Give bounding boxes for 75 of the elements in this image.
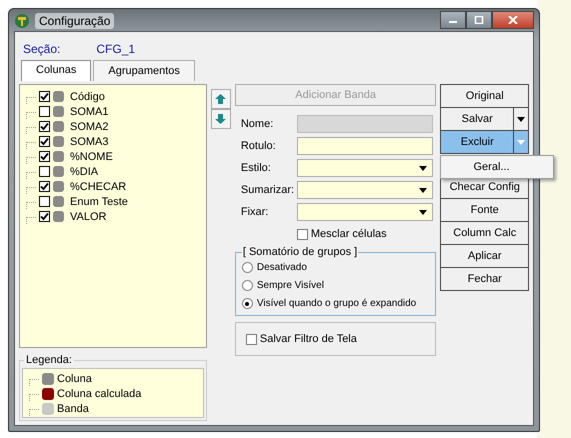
section-label: Seção: — [23, 42, 60, 56]
minimize-button[interactable] — [440, 11, 466, 29]
radio-button[interactable] — [242, 280, 253, 291]
column-swatch-icon — [53, 166, 64, 177]
dropdown-arrow-icon — [517, 116, 525, 122]
column-swatch-icon — [53, 211, 64, 222]
action-button[interactable]: Checar Config — [441, 176, 528, 198]
action-button[interactable]: Original — [441, 85, 528, 107]
tree-item[interactable]: SOMA1 — [70, 106, 109, 118]
close-button[interactable] — [492, 11, 534, 29]
dropdown-arrow-icon — [418, 210, 427, 214]
dropdown-arrow-icon — [418, 188, 427, 192]
legend-label: Coluna — [57, 372, 92, 384]
column-swatch-icon — [53, 91, 64, 102]
move-up-button[interactable] — [210, 89, 231, 109]
radio-button[interactable] — [242, 262, 253, 273]
radio-button[interactable] — [242, 298, 253, 309]
group-title: [ Somatório de grupos ] — [242, 246, 358, 258]
radio-label: Sempre Visível — [256, 280, 324, 291]
dropdown-arrow-icon — [418, 166, 427, 170]
action-button[interactable]: Aplicar — [441, 245, 528, 267]
maximize-icon — [474, 16, 484, 24]
action-button[interactable]: Fonte — [441, 199, 528, 221]
move-down-button[interactable] — [210, 109, 231, 129]
tree-item[interactable]: %CHECAR — [70, 180, 126, 192]
field-label: Rotulo: — [240, 140, 277, 152]
radio-label: Desativado — [256, 262, 307, 273]
column-swatch-icon — [53, 181, 64, 192]
section-value: CFG_1 — [96, 42, 136, 56]
input-field[interactable] — [296, 137, 433, 155]
tab[interactable]: Colunas — [21, 60, 92, 81]
field-label: Estilo: — [240, 162, 272, 174]
checkbox[interactable] — [39, 121, 50, 132]
checkbox-label: Salvar Filtro de Tela — [260, 333, 357, 345]
app-icon — [14, 13, 30, 29]
checkbox[interactable] — [39, 196, 50, 207]
action-button[interactable]: Fechar — [441, 268, 528, 290]
arrow-up-icon — [215, 94, 226, 104]
checkbox[interactable] — [39, 211, 50, 222]
tree-item[interactable]: Enum Teste — [70, 196, 128, 208]
close-icon — [508, 16, 518, 24]
tree-item[interactable]: %DIA — [70, 166, 98, 178]
checkbox[interactable] — [246, 334, 257, 344]
column-swatch-icon — [53, 151, 64, 162]
checkbox[interactable] — [39, 106, 50, 117]
legend-label: Coluna calculada — [57, 388, 142, 400]
arrow-down-icon — [215, 114, 226, 124]
legend-label: Banda — [57, 402, 89, 414]
tab[interactable]: Agrupamentos — [93, 60, 195, 81]
checkbox-label: Mesclar células — [310, 228, 387, 240]
checkbox[interactable] — [39, 136, 50, 147]
tree-item[interactable]: Código — [70, 90, 105, 102]
column-swatch-icon — [53, 136, 64, 147]
column-swatch-icon — [53, 121, 64, 132]
tree-item[interactable]: SOMA2 — [70, 120, 109, 132]
checkbox[interactable] — [39, 181, 50, 192]
checkbox[interactable] — [39, 151, 50, 162]
tree-item[interactable]: %NOME — [70, 150, 113, 162]
field-label: Sumarizar: — [240, 184, 296, 196]
checkbox[interactable] — [39, 91, 50, 102]
checkbox[interactable] — [39, 166, 50, 177]
checkbox[interactable] — [296, 228, 308, 240]
action-button[interactable]: Column Calc — [441, 222, 528, 244]
tree-item[interactable]: SOMA3 — [70, 136, 109, 148]
radio-label: Visível quando o grupo é expandido — [256, 298, 416, 309]
column-swatch-icon — [53, 106, 64, 117]
menu-item[interactable]: Geral... — [443, 158, 552, 176]
legend-title: Legenda: — [25, 354, 73, 366]
field-label: Nome: — [240, 118, 274, 130]
maximize-button[interactable] — [466, 11, 492, 29]
column-swatch-icon — [53, 196, 64, 207]
dropdown-arrow-icon — [517, 140, 525, 144]
field-label: Fixar: — [240, 206, 270, 218]
window-title: Configuração — [35, 13, 114, 29]
tree-item[interactable]: VALOR — [70, 210, 106, 222]
